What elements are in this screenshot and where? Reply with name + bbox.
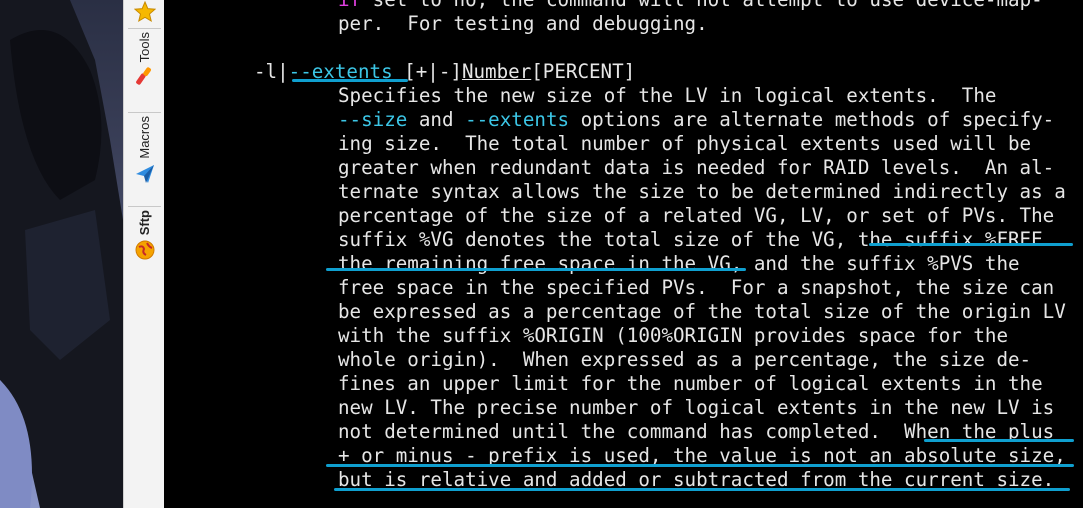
terminal-line: be expressed as a percentage of the tota… — [338, 300, 1066, 323]
sidebar-divider — [128, 28, 161, 29]
highlight-underline — [869, 243, 1073, 246]
wrench-icon — [135, 67, 151, 86]
terminal-line: Specifies the new size of the LV in logi… — [338, 84, 997, 107]
terminal-line: ing size. The total number of physical e… — [338, 132, 1032, 155]
sidebar-divider — [128, 112, 161, 113]
highlight-underline — [292, 79, 408, 82]
terminal-line: fines an upper limit for the number of l… — [338, 372, 1043, 395]
highlight-underline — [326, 268, 746, 271]
terminal-line: free space in the specified PVs. For a s… — [338, 276, 1055, 299]
sidebar-item-favorites[interactable] — [124, 0, 165, 26]
globe-icon — [135, 240, 154, 260]
sidebar-item-label: Sftp — [137, 210, 152, 236]
paper-plane-icon — [135, 164, 154, 183]
sidebar-item-tools[interactable]: Tools — [124, 32, 165, 110]
sidebar-item-sftp[interactable]: Sftp — [124, 210, 165, 272]
sidebar-item-macros[interactable]: Macros — [124, 116, 165, 204]
sidebar-item-label: Tools — [137, 32, 152, 63]
terminal-line: per. For testing and debugging. — [338, 12, 708, 35]
sidebar-divider — [128, 206, 161, 207]
terminal-output[interactable]: if set to no, the command will not attem… — [164, 0, 1083, 508]
terminal-line: ternate syntax allows the size to be det… — [338, 180, 1066, 203]
terminal-line: greater when redundant data is needed fo… — [338, 156, 1055, 179]
terminal-line: suffix %VG denotes the total size of the… — [338, 228, 1043, 251]
terminal-line: whole origin). When expressed as a perce… — [338, 348, 1032, 371]
terminal-line: new LV. The precise number of logical ex… — [338, 396, 1055, 419]
terminal-line: percentage of the size of a related VG, … — [338, 204, 1055, 227]
terminal-line: if set to no, the command will not attem… — [338, 0, 1043, 12]
highlight-underline — [924, 439, 1074, 442]
sidebar-item-label: Macros — [137, 116, 152, 159]
terminal-line: --size and --extents options are alterna… — [338, 108, 1055, 131]
desktop-background-image — [0, 0, 123, 508]
terminal-line: the remaining free space in the VG, and … — [338, 252, 1020, 275]
side-toolbar: Tools Macros Sftp — [123, 0, 166, 508]
terminal-line: with the suffix %ORIGIN (100%ORIGIN prov… — [338, 324, 1009, 347]
highlight-underline — [334, 488, 1070, 491]
star-icon — [133, 1, 156, 23]
highlight-underline — [326, 464, 1074, 467]
